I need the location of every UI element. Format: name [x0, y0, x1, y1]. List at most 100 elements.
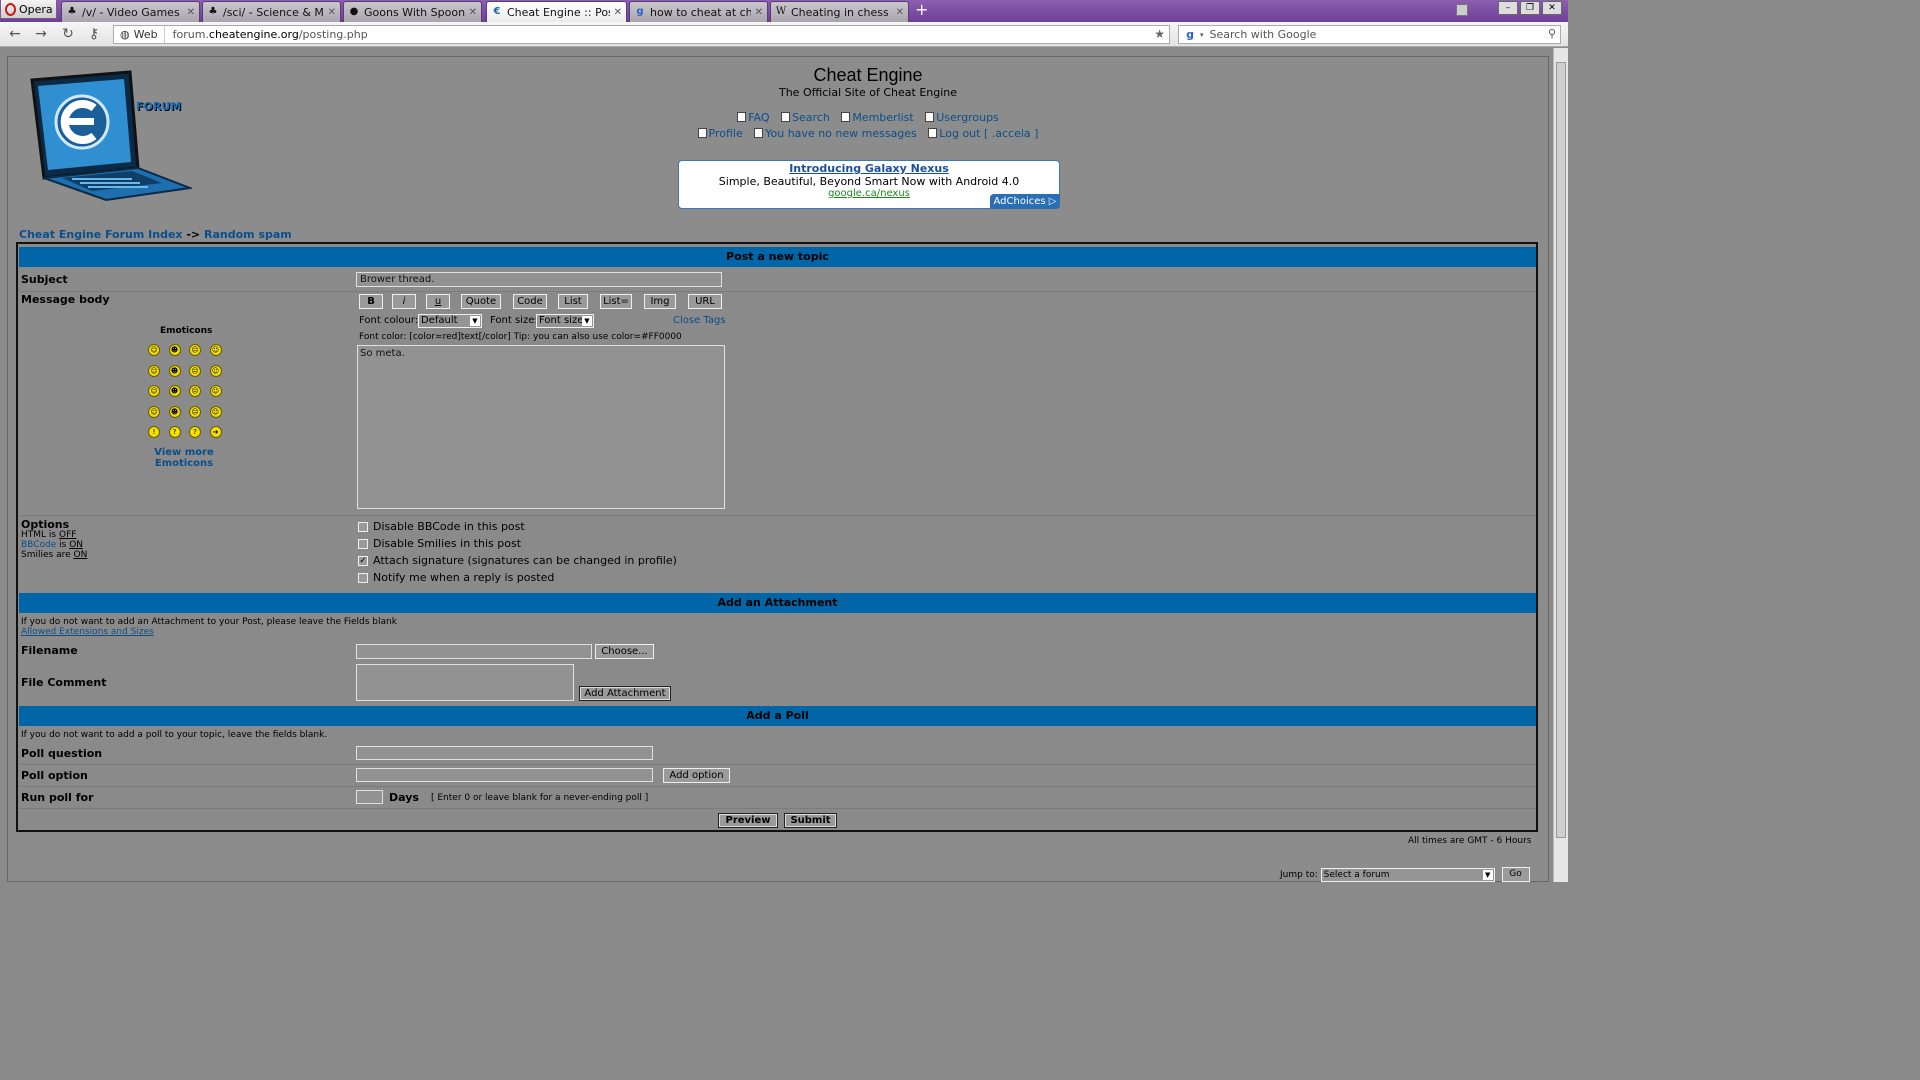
- tab-science-math[interactable]: ♣ /sci/ - Science & Math ✕: [202, 1, 341, 22]
- web-badge[interactable]: ◍ Web: [114, 26, 165, 43]
- list-button[interactable]: List: [558, 294, 588, 309]
- emoticon-smile-icon[interactable]: ☻: [168, 344, 181, 356]
- emoticon-sad-icon[interactable]: ☹: [189, 344, 201, 356]
- list-numbered-button[interactable]: List=: [600, 294, 632, 309]
- bookmark-star-icon[interactable]: ★: [1154, 27, 1165, 41]
- emoticon-twisted-icon[interactable]: ☻: [168, 405, 181, 418]
- close-icon[interactable]: ✕: [896, 7, 904, 18]
- emoticon-shocked-icon[interactable]: ☺: [148, 364, 160, 377]
- url-text[interactable]: forum.cheatengine.org/posting.php: [165, 28, 368, 41]
- go-button[interactable]: Go: [1501, 867, 1530, 882]
- jump-to-label: Jump to:: [1280, 870, 1318, 880]
- disable-bbcode-checkbox[interactable]: [358, 522, 368, 532]
- logout-link[interactable]: Log out [ .accela ]: [928, 127, 1038, 140]
- emoticon-idea-icon[interactable]: ?: [189, 426, 201, 438]
- font-size-select[interactable]: Font size ▼: [536, 314, 594, 328]
- opera-menu-button[interactable]: Opera: [0, 0, 57, 19]
- emoticon-cool-icon[interactable]: ☹: [189, 364, 201, 377]
- trash-icon[interactable]: [1456, 4, 1468, 16]
- address-bar[interactable]: ◍ Web forum.cheatengine.org/posting.php …: [113, 25, 1170, 44]
- disable-smilies-checkbox[interactable]: [358, 539, 368, 549]
- emoticon-crying-icon[interactable]: ☺: [209, 385, 222, 397]
- emoticon-wink-icon[interactable]: ☺: [209, 405, 222, 418]
- faq-link[interactable]: FAQ: [737, 111, 770, 124]
- usergroups-link[interactable]: Usergroups: [925, 111, 999, 124]
- search-icon[interactable]: ⚲: [1548, 27, 1556, 40]
- ad-banner[interactable]: Introducing Galaxy Nexus Simple, Beautif…: [678, 160, 1060, 209]
- poll-option-input[interactable]: [356, 768, 653, 782]
- italic-button[interactable]: i: [392, 294, 416, 309]
- chevron-down-icon[interactable]: ▾: [1200, 31, 1204, 39]
- img-button[interactable]: Img: [644, 294, 676, 309]
- emoticon-surprised-icon[interactable]: ☺: [209, 344, 222, 356]
- reload-icon[interactable]: ↻: [59, 26, 77, 42]
- close-icon[interactable]: ✕: [328, 7, 336, 18]
- tab-goons-with-spoons[interactable]: ● Goons With Spoons - T... ✕: [343, 1, 482, 22]
- close-icon[interactable]: ✕: [755, 7, 763, 18]
- close-icon[interactable]: ✕: [469, 7, 477, 18]
- adchoices-badge[interactable]: AdChoices ▷: [990, 194, 1060, 209]
- bbcode-link[interactable]: BBCode: [21, 540, 56, 550]
- profile-link[interactable]: Profile: [697, 127, 743, 140]
- choose-file-button[interactable]: Choose...: [595, 644, 654, 659]
- font-size-value: Font size: [539, 315, 584, 326]
- bold-button[interactable]: B: [359, 294, 383, 309]
- search-field[interactable]: g ▾ Search with Google ⚲: [1178, 25, 1561, 44]
- close-tags-link[interactable]: Close Tags: [673, 315, 726, 326]
- messages-link[interactable]: You have no new messages: [754, 127, 917, 140]
- close-icon[interactable]: ✕: [187, 7, 195, 18]
- poll-question-input[interactable]: [356, 746, 653, 760]
- emoticon-embarrassed-icon[interactable]: ☹: [189, 385, 201, 397]
- view-more-emoticons-link[interactable]: View more Emoticons: [154, 447, 214, 469]
- notify-reply-checkbox[interactable]: [358, 573, 368, 583]
- underline-button[interactable]: u: [426, 294, 450, 309]
- add-option-button[interactable]: Add option: [663, 768, 730, 783]
- emoticon-exclamation-icon[interactable]: !: [148, 426, 160, 438]
- file-comment-textarea[interactable]: [356, 664, 574, 701]
- ad-title[interactable]: Introducing Galaxy Nexus: [679, 162, 1059, 175]
- filename-input[interactable]: [356, 644, 592, 659]
- google-search-icon[interactable]: g: [1182, 27, 1198, 43]
- emoticon-arrow-icon[interactable]: ➜: [209, 426, 222, 438]
- minimize-icon[interactable]: –: [1498, 1, 1518, 15]
- scrollbar-thumb[interactable]: [1556, 62, 1566, 838]
- emoticon-laughing-icon[interactable]: ☺: [209, 364, 222, 377]
- attach-signature-checkbox[interactable]: ✓: [358, 556, 368, 566]
- tab-video-games[interactable]: ♣ /v/ - Video Games ✕: [61, 1, 200, 22]
- preview-button[interactable]: Preview: [718, 813, 778, 828]
- emoticon-mad-icon[interactable]: ☺: [148, 385, 160, 397]
- emoticon-confused-icon[interactable]: ☻: [168, 364, 181, 377]
- subject-input[interactable]: Brower thread.: [356, 272, 722, 287]
- emoticon-evil-icon[interactable]: ☺: [148, 405, 160, 418]
- close-icon[interactable]: ✕: [614, 7, 622, 18]
- back-icon[interactable]: ←: [6, 26, 24, 42]
- key-icon[interactable]: ⚷: [85, 26, 103, 42]
- memberlist-link[interactable]: Memberlist: [841, 111, 914, 124]
- new-tab-icon[interactable]: +: [915, 2, 929, 18]
- emoticon-rolling-eyes-icon[interactable]: ☹: [189, 405, 201, 418]
- tab-how-to-cheat-chess[interactable]: g how to cheat at chess -... ✕: [629, 1, 768, 22]
- add-attachment-button[interactable]: Add Attachment: [579, 686, 671, 701]
- url-button[interactable]: URL: [688, 294, 722, 309]
- emoticon-very-happy-icon[interactable]: ☺: [148, 344, 160, 356]
- breadcrumb-forum-link[interactable]: Random spam: [204, 228, 292, 241]
- forward-icon[interactable]: →: [32, 26, 50, 42]
- tab-cheating-in-chess-wiki[interactable]: W Cheating in chess - Wi... ✕: [770, 1, 909, 22]
- close-window-icon[interactable]: ✕: [1542, 1, 1562, 15]
- jump-to-select[interactable]: Select a forum ▼: [1320, 867, 1495, 882]
- page-scrollbar[interactable]: [1553, 48, 1568, 882]
- maximize-icon[interactable]: ❐: [1520, 1, 1540, 15]
- code-button[interactable]: Code: [513, 294, 547, 309]
- emoticon-razz-icon[interactable]: ☻: [168, 385, 181, 397]
- emoticon-question-icon[interactable]: ?: [168, 426, 181, 438]
- font-colour-select[interactable]: Default ▼: [418, 314, 482, 328]
- site-logo[interactable]: FORUM: [22, 70, 194, 202]
- search-link[interactable]: Search: [781, 111, 830, 124]
- breadcrumb-index-link[interactable]: Cheat Engine Forum Index: [19, 228, 183, 241]
- tab-cheat-engine[interactable]: € Cheat Engine :: Post a ... ✕: [486, 1, 627, 22]
- message-textarea[interactable]: So meta.: [357, 345, 725, 509]
- poll-days-input[interactable]: [356, 790, 383, 804]
- allowed-extensions-link[interactable]: Allowed Extensions and Sizes: [21, 627, 154, 637]
- submit-button[interactable]: Submit: [784, 813, 837, 828]
- quote-button[interactable]: Quote: [461, 294, 501, 309]
